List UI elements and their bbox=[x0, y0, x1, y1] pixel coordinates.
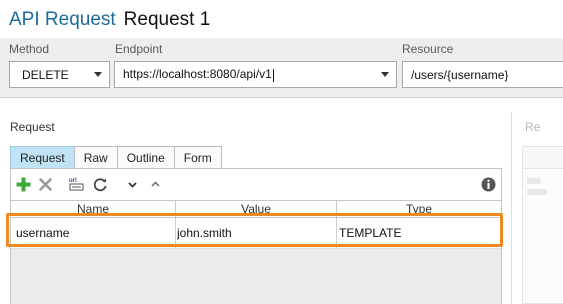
refresh-icon[interactable] bbox=[92, 176, 108, 192]
parameters-toolbar: url bbox=[11, 169, 501, 199]
tab-outline[interactable]: Outline bbox=[116, 146, 175, 169]
text-cursor bbox=[272, 68, 274, 82]
table-row[interactable]: username john.smith TEMPLATE bbox=[11, 218, 501, 249]
svg-text:url: url bbox=[69, 178, 77, 184]
request-parameters-bar: Method Endpoint Resource DELETE https://… bbox=[0, 38, 563, 98]
parameters-table-header: Name Value Type bbox=[11, 200, 501, 218]
method-value: DELETE bbox=[22, 67, 69, 82]
resource-label: Resource bbox=[402, 42, 454, 56]
parameters-table-body: username john.smith TEMPLATE bbox=[11, 218, 501, 304]
column-header-value[interactable]: Value bbox=[176, 201, 336, 218]
request-tabs: Request Raw Outline Form bbox=[10, 146, 222, 169]
column-header-name[interactable]: Name bbox=[11, 201, 175, 218]
response-section-label: Re bbox=[525, 120, 541, 134]
url-encode-icon[interactable]: url bbox=[68, 176, 86, 192]
endpoint-combobox[interactable]: https://localhost:8080/api/v1 bbox=[114, 61, 397, 88]
request-name: Request 1 bbox=[123, 9, 211, 30]
param-name-cell[interactable]: username bbox=[16, 218, 174, 249]
column-header-type[interactable]: Type bbox=[337, 201, 501, 218]
tab-raw[interactable]: Raw bbox=[73, 146, 118, 169]
info-icon[interactable] bbox=[480, 176, 496, 192]
request-title: API Request Request 1 bbox=[9, 9, 210, 35]
resource-value: /users/{username} bbox=[411, 67, 509, 82]
method-select[interactable]: DELETE bbox=[9, 61, 110, 88]
pane-divider[interactable] bbox=[511, 112, 512, 304]
chevron-down-icon[interactable] bbox=[381, 72, 389, 77]
resource-input[interactable]: /users/{username} bbox=[402, 61, 563, 88]
chevron-down-icon[interactable] bbox=[94, 72, 102, 77]
move-down-icon[interactable] bbox=[124, 176, 140, 192]
request-parameters-panel: url Name Value Type username john.smith … bbox=[10, 168, 502, 304]
endpoint-value: https://localhost:8080/api/v1 bbox=[123, 67, 272, 82]
tab-request[interactable]: Request bbox=[10, 146, 75, 169]
param-type-cell[interactable]: TEMPLATE bbox=[339, 218, 499, 249]
endpoint-label: Endpoint bbox=[115, 42, 163, 56]
response-tab bbox=[522, 146, 563, 169]
add-icon[interactable] bbox=[15, 176, 31, 192]
request-section-label: Request bbox=[10, 120, 55, 134]
delete-icon[interactable] bbox=[37, 176, 53, 192]
method-label: Method bbox=[9, 42, 50, 56]
app-title: API Request bbox=[9, 9, 116, 30]
tab-form[interactable]: Form bbox=[173, 146, 222, 169]
move-up-icon[interactable] bbox=[147, 176, 163, 192]
param-value-cell[interactable]: john.smith bbox=[177, 218, 335, 249]
response-panel bbox=[522, 168, 563, 304]
